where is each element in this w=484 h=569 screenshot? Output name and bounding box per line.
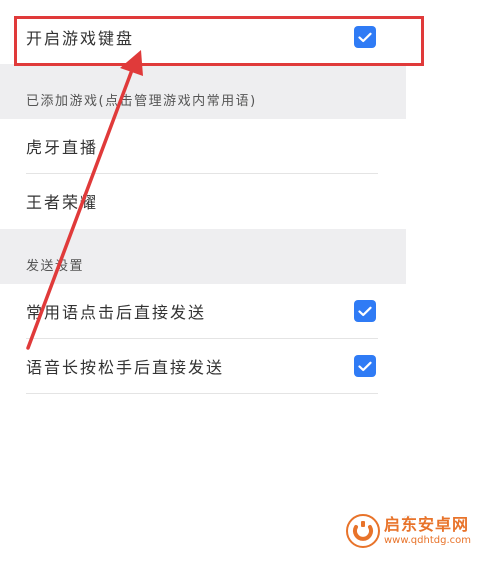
watermark-name: 启东安卓网 — [384, 514, 470, 534]
site-watermark: 启东安卓网 www.qdhtdg.com — [346, 509, 476, 553]
watermark-logo-icon — [346, 514, 380, 548]
annotation-arrow — [26, 50, 143, 350]
watermark-url: www.qdhtdg.com — [384, 534, 471, 546]
